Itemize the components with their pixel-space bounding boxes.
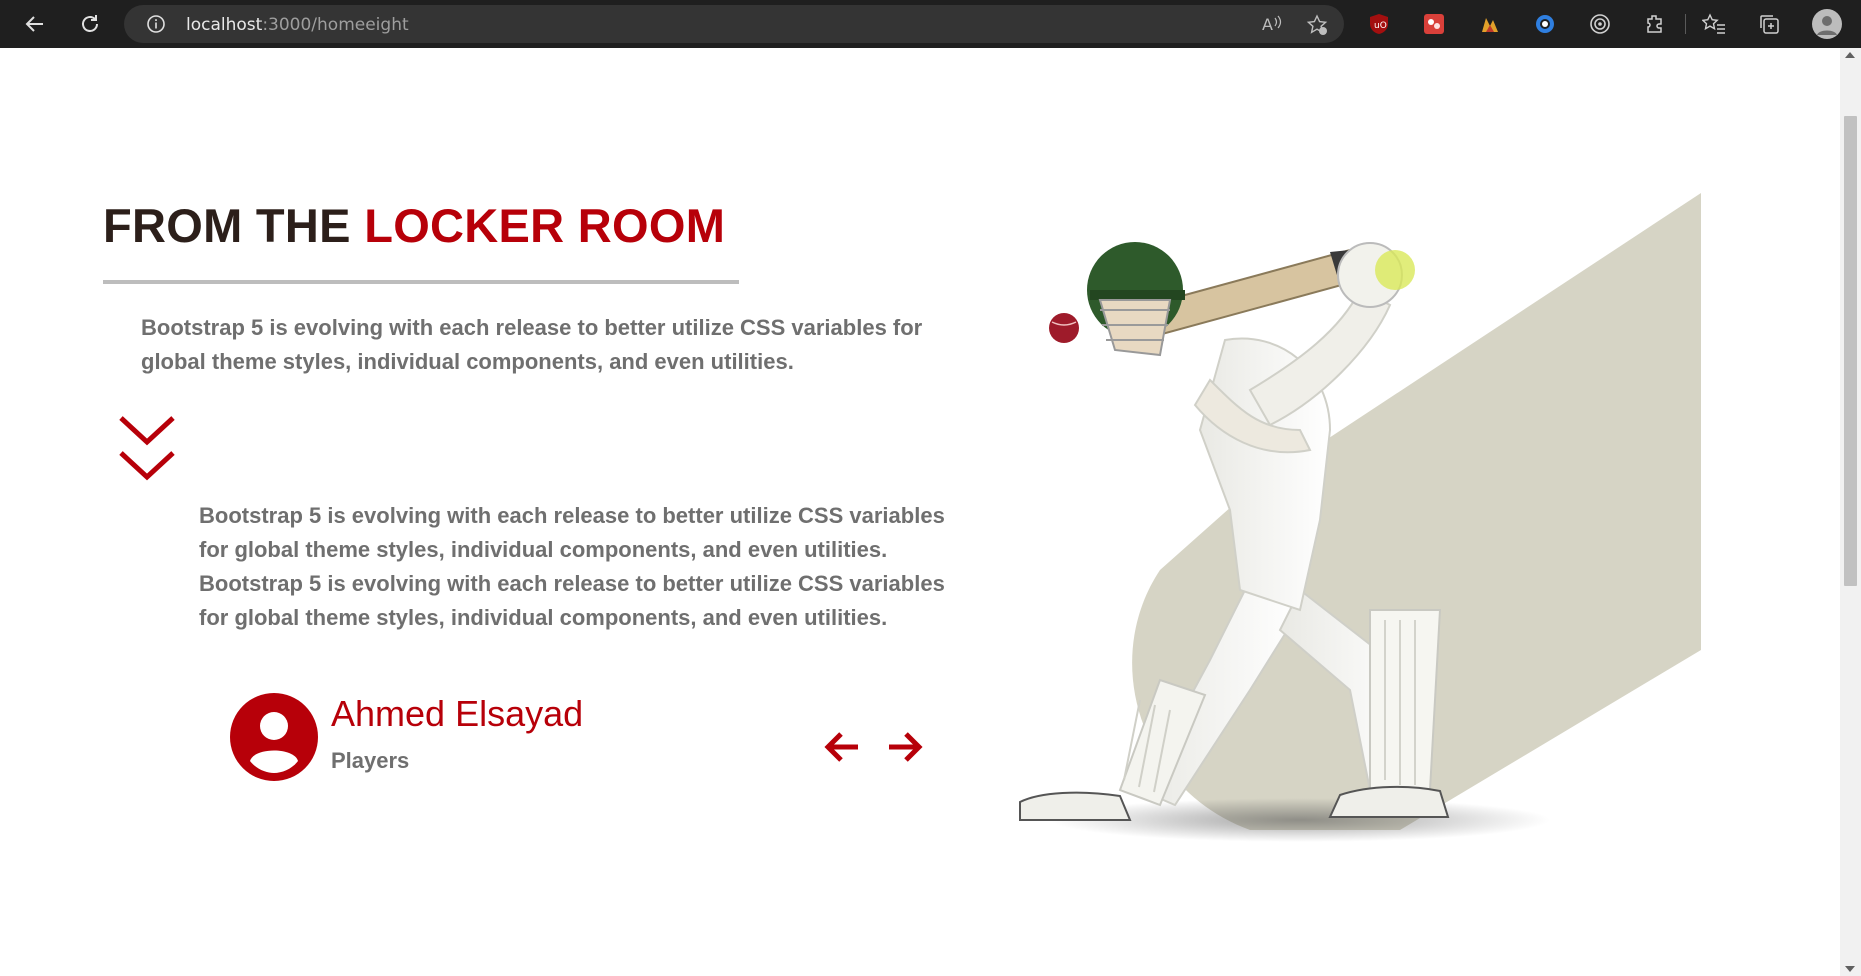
- url-host: localhost: [186, 15, 263, 35]
- svg-text:A: A: [1262, 15, 1273, 34]
- cricket-player-image: [1000, 190, 1720, 850]
- double-chevron-down-icon: [118, 415, 176, 483]
- scroll-up-icon[interactable]: [1845, 52, 1855, 58]
- back-arrow-icon[interactable]: [17, 6, 53, 42]
- reload-icon[interactable]: [72, 6, 108, 42]
- browser-toolbar: localhost:3000/homeeight A uO: [0, 0, 1861, 48]
- collections-icon[interactable]: [1755, 10, 1783, 38]
- read-aloud-icon[interactable]: A: [1262, 14, 1284, 39]
- url-path: :3000/homeeight: [262, 15, 409, 35]
- favorites-icon[interactable]: [1700, 10, 1728, 38]
- address-bar[interactable]: localhost:3000/homeeight A: [124, 5, 1344, 43]
- section-title: FROM THE LOCKER ROOM: [103, 198, 725, 253]
- extensions-icon[interactable]: [1641, 10, 1669, 38]
- avatar-icon: [230, 693, 318, 781]
- previous-arrow-icon[interactable]: [822, 729, 862, 765]
- scrollbar-thumb[interactable]: [1844, 116, 1857, 586]
- section-title-accent: LOCKER ROOM: [364, 199, 726, 252]
- svg-text:uO: uO: [1374, 21, 1387, 31]
- section-intro-text: Bootstrap 5 is evolving with each releas…: [141, 315, 923, 374]
- scroll-down-icon[interactable]: [1845, 966, 1855, 972]
- title-underline: [103, 280, 739, 284]
- author-name: Ahmed Elsayad: [331, 693, 584, 734]
- section-title-dark: FROM THE: [103, 199, 365, 252]
- next-arrow-icon[interactable]: [885, 729, 925, 765]
- extension-target-icon[interactable]: [1586, 10, 1614, 38]
- extension-yellow-icon[interactable]: [1476, 10, 1504, 38]
- extension-red-icon[interactable]: [1420, 10, 1448, 38]
- author-role: Players: [331, 748, 410, 773]
- ublock-extension-icon[interactable]: uO: [1365, 10, 1393, 38]
- url-text[interactable]: localhost:3000/homeeight: [186, 15, 409, 35]
- testimonial-text: Bootstrap 5 is evolving with each releas…: [199, 503, 945, 630]
- add-favorite-icon[interactable]: [1306, 14, 1328, 41]
- info-icon[interactable]: [146, 14, 166, 39]
- extension-blue-icon[interactable]: [1531, 10, 1559, 38]
- page-scrollbar[interactable]: [1840, 48, 1861, 976]
- toolbar-divider: [1685, 14, 1686, 34]
- profile-icon[interactable]: [1812, 9, 1842, 39]
